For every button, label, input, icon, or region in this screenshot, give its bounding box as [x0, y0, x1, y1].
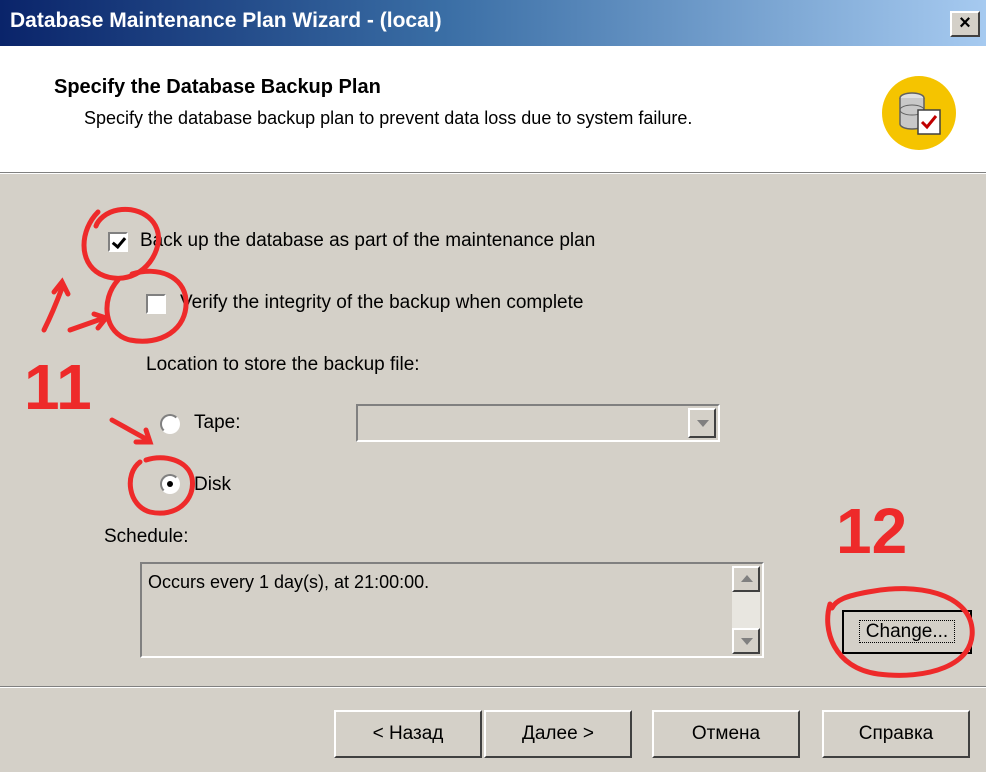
circle-backup-checkbox — [81, 206, 161, 281]
circle-verify-checkbox — [104, 268, 189, 344]
circle-change-button — [825, 586, 975, 678]
annotation-marks — [41, 206, 975, 678]
circle-disk-radio — [127, 455, 195, 516]
arrow-3 — [109, 417, 151, 443]
annotation-label-12: 12 — [836, 495, 908, 567]
wizard-window: Database Maintenance Plan Wizard - (loca… — [0, 0, 986, 772]
arrow-1 — [41, 285, 65, 333]
annotation-label-11: 11 — [24, 351, 92, 423]
